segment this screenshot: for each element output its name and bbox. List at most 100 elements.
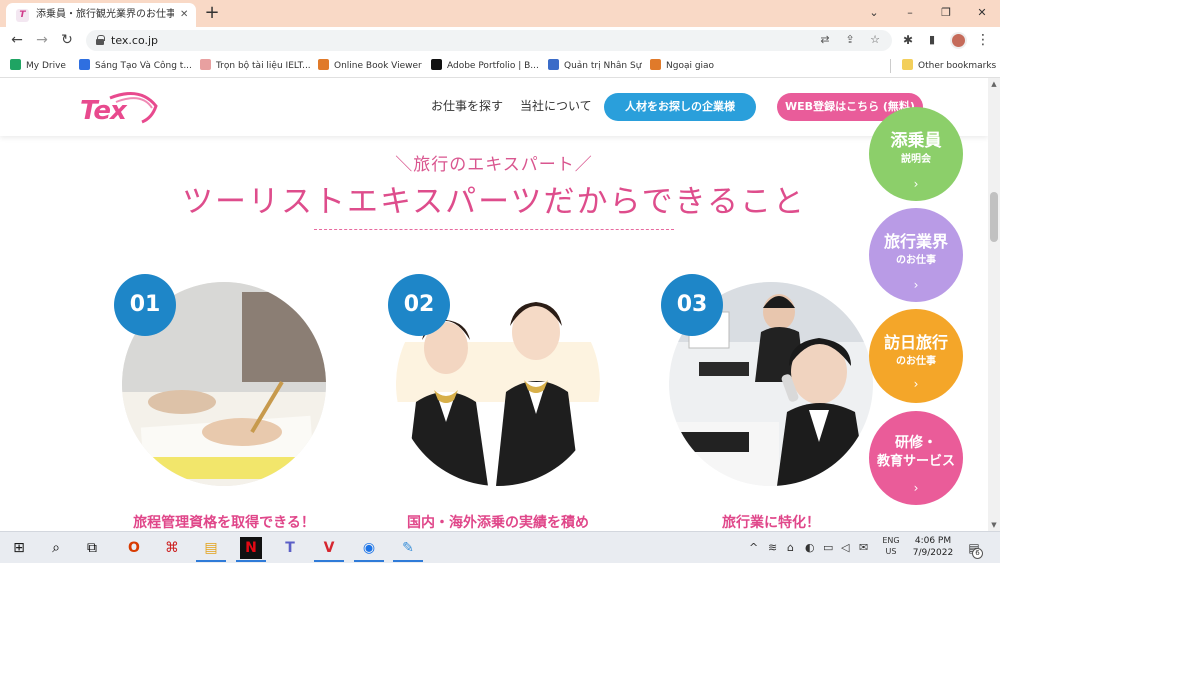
netflix-icon[interactable]: N bbox=[240, 537, 262, 559]
page-viewport: Tex お仕事を探す 当社について 人材をお探しの企業様 WEB登録はこちら (… bbox=[0, 78, 1000, 531]
site-icon bbox=[200, 59, 211, 70]
wifi-icon[interactable]: ≋ bbox=[768, 541, 777, 555]
nav-about[interactable]: 当社について bbox=[520, 98, 592, 114]
other-bookmarks[interactable]: Other bookmarks bbox=[902, 59, 996, 73]
minimize-button[interactable]: – bbox=[900, 3, 920, 23]
file-explorer-icon[interactable]: ▤ bbox=[200, 537, 222, 559]
bookmark-label: Sáng Tạo Và Công t... bbox=[95, 61, 192, 71]
lock-icon[interactable] bbox=[96, 35, 105, 45]
headline-underline bbox=[314, 229, 674, 230]
bookmark-quan-tri[interactable]: Quản trị Nhân Sự bbox=[548, 59, 641, 73]
windows-start-icon[interactable]: ⊞ bbox=[8, 537, 30, 559]
feature-title: 旅行業に特化！ bbox=[722, 515, 820, 531]
language-region: US bbox=[885, 547, 897, 556]
side-menu-inbound-travel-jobs[interactable]: 訪日旅行 のお仕事 › bbox=[869, 309, 963, 403]
bookmarks-separator bbox=[890, 59, 891, 73]
language-indicator[interactable]: ENG US bbox=[881, 535, 901, 557]
teams-icon[interactable]: T bbox=[279, 537, 301, 559]
show-hidden-icons-chevron[interactable]: ^ bbox=[749, 541, 758, 555]
side-menu-travel-industry-jobs[interactable]: 旅行業界 のお仕事 › bbox=[869, 208, 963, 302]
browser-tab[interactable]: T 添乗員・旅行観光業界のお仕事なら ✕ bbox=[6, 3, 196, 27]
active-indicator bbox=[236, 560, 266, 562]
scroll-thumb[interactable] bbox=[990, 192, 998, 242]
share-icon[interactable]: ⇪ bbox=[843, 33, 857, 47]
screen: T 添乗員・旅行観光業界のお仕事なら ✕ + ⌄ – ❐ ✕ ← → ↻ tex… bbox=[0, 0, 1000, 563]
office-app-icon[interactable]: O bbox=[123, 537, 145, 559]
extensions-icon[interactable]: ✱ bbox=[899, 31, 917, 49]
bookmark-label: Quản trị Nhân Sự bbox=[564, 61, 642, 71]
side-menu-training-services[interactable]: 研修・ 教育サービス › bbox=[869, 411, 963, 505]
side-panel-icon[interactable]: ▮ bbox=[923, 31, 941, 49]
nav-find-job[interactable]: お仕事を探す bbox=[431, 98, 503, 114]
side-menu-tour-conductor-briefing[interactable]: 添乗員 説明会 › bbox=[869, 107, 963, 201]
chrome-icon[interactable]: ◉ bbox=[358, 537, 380, 559]
site-header: Tex お仕事を探す 当社について 人材をお探しの企業様 WEB登録はこちら (… bbox=[0, 78, 988, 136]
notification-count-badge: 6 bbox=[972, 548, 983, 559]
language-code: ENG bbox=[882, 536, 900, 545]
feature-title: 旅程管理資格を取得できる！ bbox=[133, 515, 315, 531]
site-icon bbox=[650, 59, 661, 70]
windows-taskbar: ⊞ ⌕ ⧉ O ⌘ ▤ N T V ◉ ✎ ^ ≋ ⌂ ◐ ▭ ◁ ✉ ENG … bbox=[0, 531, 1000, 563]
other-bookmarks-label: Other bookmarks bbox=[918, 61, 997, 71]
paint-icon[interactable]: ✎ bbox=[397, 537, 419, 559]
tab-strip: T 添乗員・旅行観光業界のお仕事なら ✕ + ⌄ – ❐ ✕ bbox=[0, 0, 1000, 27]
active-indicator bbox=[196, 560, 226, 562]
address-bar[interactable]: tex.co.jp ⇄ ⇪ ☆ bbox=[86, 30, 892, 51]
scroll-up-arrow-icon[interactable]: ▲ bbox=[988, 78, 1000, 90]
tab-search-chevron-icon[interactable]: ⌄ bbox=[864, 3, 884, 23]
tab-close-icon[interactable]: ✕ bbox=[180, 8, 188, 22]
bookmark-label: Online Book Viewer bbox=[334, 61, 422, 71]
translate-icon[interactable]: ⇄ bbox=[818, 33, 832, 47]
url-text[interactable]: tex.co.jp bbox=[111, 33, 158, 48]
input-indicator-icon[interactable]: ✉ bbox=[859, 541, 868, 555]
system-clock[interactable]: 4:06 PM 7/9/2022 bbox=[906, 535, 960, 559]
feature-card-01[interactable]: 01 旅程管理資格を取得できる！ bbox=[114, 274, 326, 531]
logo-text: Tex bbox=[80, 96, 127, 126]
site-icon bbox=[548, 59, 559, 70]
side-menu-main-label: 研修・ bbox=[895, 435, 937, 451]
battery-icon[interactable]: ▭ bbox=[823, 541, 833, 555]
site-icon bbox=[79, 59, 90, 70]
maximize-button[interactable]: ❐ bbox=[936, 3, 956, 23]
bookmark-adobe-portfolio[interactable]: Adobe Portfolio | B... bbox=[431, 59, 539, 73]
feature-title: 国内・海外添乗の実績を積め bbox=[407, 515, 589, 531]
new-tab-button[interactable]: + bbox=[202, 3, 222, 23]
bookmark-sang-tao[interactable]: Sáng Tạo Và Công t... bbox=[79, 59, 192, 73]
bookmark-my-drive[interactable]: My Drive bbox=[10, 59, 66, 73]
back-button[interactable]: ← bbox=[8, 31, 26, 49]
bookmark-label: Adobe Portfolio | B... bbox=[447, 61, 539, 71]
site-icon bbox=[318, 59, 329, 70]
side-menu-sub-label: 教育サービス bbox=[876, 454, 955, 469]
page-scrollbar[interactable]: ▲ ▼ bbox=[988, 78, 1000, 531]
tex-logo[interactable]: Tex bbox=[80, 88, 160, 128]
volume-icon[interactable]: ◁ bbox=[841, 541, 849, 555]
feature-number-badge: 02 bbox=[388, 274, 450, 336]
bookmark-ielts[interactable]: Trọn bộ tài liệu IELT... bbox=[200, 59, 311, 73]
search-icon[interactable]: ⌕ bbox=[45, 537, 67, 559]
section-eyebrow: ＼旅行のエキスパート／ bbox=[395, 155, 593, 175]
google-drive-icon bbox=[10, 59, 21, 70]
chevron-right-icon: › bbox=[913, 177, 919, 191]
for-companies-button[interactable]: 人材をお探しの企業様 bbox=[604, 93, 756, 121]
forward-button[interactable]: → bbox=[33, 31, 51, 49]
network-icon[interactable]: ⌂ bbox=[787, 541, 794, 555]
side-menu-main-label: 訪日旅行 bbox=[883, 333, 948, 352]
bookmark-star-icon[interactable]: ☆ bbox=[868, 33, 882, 47]
side-menu-main-label: 旅行業界 bbox=[883, 232, 948, 251]
tab-title: 添乗員・旅行観光業界のお仕事なら bbox=[36, 9, 174, 20]
bookmark-ngoai-giao[interactable]: Ngoại giao bbox=[650, 59, 714, 73]
feature-number-badge: 01 bbox=[114, 274, 176, 336]
snipping-tool-icon[interactable]: ⌘ bbox=[161, 537, 183, 559]
close-window-button[interactable]: ✕ bbox=[972, 3, 992, 23]
scroll-down-arrow-icon[interactable]: ▼ bbox=[988, 519, 1000, 531]
task-view-icon[interactable]: ⧉ bbox=[81, 537, 103, 559]
feature-card-03[interactable]: 03 旅行業に特化！ bbox=[661, 274, 873, 531]
vivaldi-app-icon[interactable]: V bbox=[318, 537, 340, 559]
bookmark-online-book-viewer[interactable]: Online Book Viewer bbox=[318, 59, 422, 73]
reload-button[interactable]: ↻ bbox=[58, 31, 76, 49]
feature-card-02[interactable]: 02 国内・海外添乗の実績を積め bbox=[388, 274, 600, 531]
chrome-menu-icon[interactable]: ⋮ bbox=[974, 31, 992, 49]
profile-avatar[interactable] bbox=[950, 32, 967, 49]
meet-icon[interactable]: ◐ bbox=[805, 541, 815, 555]
active-indicator bbox=[354, 560, 384, 562]
